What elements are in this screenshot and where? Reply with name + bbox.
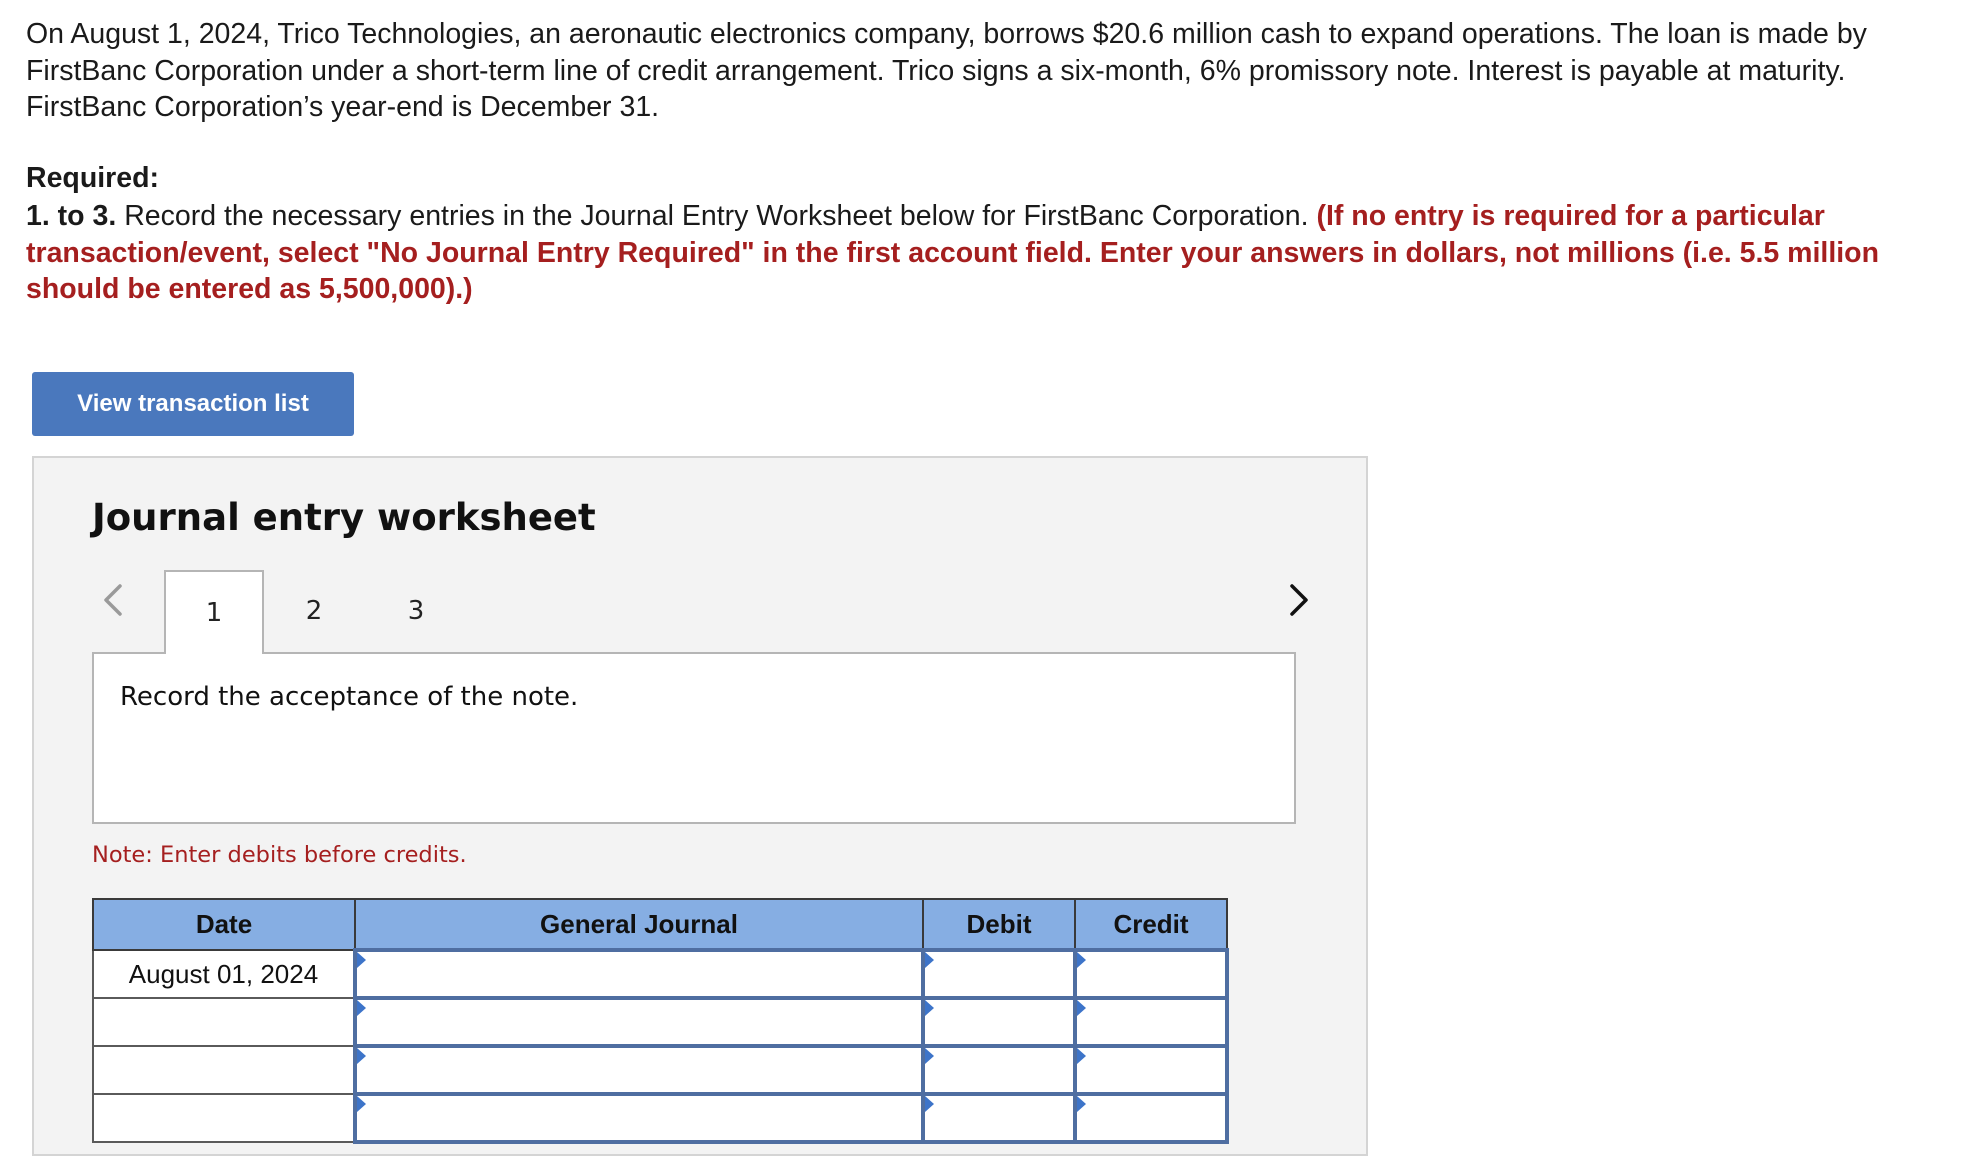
debit-input[interactable] [921, 996, 1077, 1048]
credit-input[interactable] [1073, 948, 1229, 1000]
table-row [92, 1092, 1229, 1144]
transaction-prompt: Record the acceptance of the note. [120, 682, 579, 712]
header-general-journal: General Journal [354, 898, 924, 951]
table-row: August 01, 2024 [92, 948, 1229, 1000]
journal-entry-worksheet: Journal entry worksheet 1 2 3 Record the… [32, 456, 1368, 1156]
table-row [92, 1044, 1229, 1096]
account-select[interactable] [353, 1044, 925, 1096]
debit-input[interactable] [921, 1092, 1077, 1144]
debit-input[interactable] [921, 1044, 1077, 1096]
date-cell [92, 1093, 356, 1143]
journal-header-row: Date General Journal Debit Credit [92, 898, 1228, 951]
account-select[interactable] [353, 1092, 925, 1144]
tab-3[interactable]: 3 [366, 570, 466, 652]
chevron-right-icon[interactable] [1278, 580, 1318, 620]
credit-input[interactable] [1073, 1044, 1229, 1096]
problem-statement: On August 1, 2024, Trico Technologies, a… [26, 18, 1867, 123]
header-date: Date [92, 898, 356, 951]
header-credit: Credit [1074, 898, 1228, 951]
account-select[interactable] [353, 996, 925, 1048]
tab-1[interactable]: 1 [164, 570, 264, 654]
date-cell [92, 1045, 356, 1095]
debit-credit-note: Note: Enter debits before credits. [92, 842, 467, 868]
required-number: 1. to 3. [26, 200, 117, 232]
worksheet-title: Journal entry worksheet [92, 496, 596, 539]
table-row [92, 996, 1229, 1048]
credit-input[interactable] [1073, 996, 1229, 1048]
tab-2[interactable]: 2 [264, 570, 364, 652]
account-select[interactable] [353, 948, 925, 1000]
required-instructions: 1. to 3. Record the necessary entries in… [26, 198, 1906, 308]
transaction-prompt-box: Record the acceptance of the note. [92, 652, 1296, 824]
debit-input[interactable] [921, 948, 1077, 1000]
chevron-left-icon[interactable] [94, 580, 134, 620]
required-heading: Required: [26, 162, 160, 194]
journal-table: Date General Journal Debit Credit August… [92, 898, 1229, 1144]
view-transaction-list-button[interactable]: View transaction list [32, 372, 354, 436]
required-instruction-text: Record the necessary entries in the Jour… [116, 200, 1317, 232]
date-cell [92, 997, 356, 1047]
header-debit: Debit [922, 898, 1076, 951]
credit-input[interactable] [1073, 1092, 1229, 1144]
date-cell: August 01, 2024 [92, 949, 356, 999]
